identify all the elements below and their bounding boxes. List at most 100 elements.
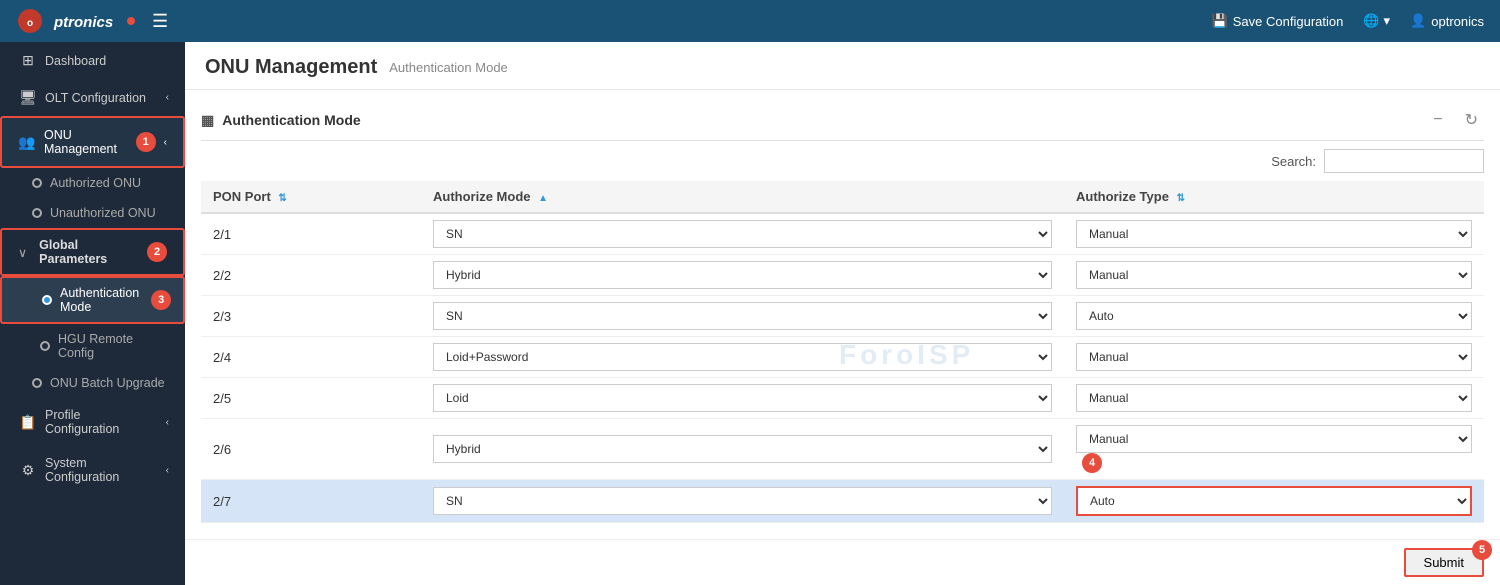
sidebar-item-global-params[interactable]: ∨ Global Parameters 2	[0, 228, 185, 276]
panel-actions: − ↻	[1427, 108, 1484, 132]
auth-type-select-4[interactable]: ManualAuto	[1076, 384, 1472, 412]
auth-mode-select-2[interactable]: SNHybridLoid+PasswordLoidPassword	[433, 302, 1052, 330]
table-row: 2/3SNHybridLoid+PasswordLoidPasswordManu…	[201, 296, 1484, 337]
pon-port-cell-1: 2/2	[201, 255, 421, 296]
auth-mode-sort-icon: ▲	[538, 193, 548, 204]
main-layout: ⊞ Dashboard 🖥 OLT Configuration ‹ 👥 ONU …	[0, 42, 1500, 585]
save-icon: 💾	[1212, 13, 1228, 29]
table-row: 2/8SNHybridLoid+PasswordLoidPasswordManu…	[201, 523, 1484, 530]
pon-port-sort-icon: ⇅	[278, 193, 286, 204]
svg-text:ptronics: ptronics	[53, 14, 113, 31]
svg-text:o: o	[27, 18, 33, 29]
save-config-button[interactable]: 💾 Save Configuration	[1212, 13, 1344, 29]
header-left: o ptronics ☰	[16, 7, 168, 35]
sidebar-item-onu-batch[interactable]: ONU Batch Upgrade	[0, 368, 185, 398]
auth-type-cell-2: ManualAuto	[1064, 296, 1484, 337]
sidebar-label-onu-batch: ONU Batch Upgrade	[50, 376, 165, 390]
logo: o ptronics	[16, 7, 136, 35]
auth-type-select-0[interactable]: ManualAuto	[1076, 220, 1472, 248]
auth-mode-select-6[interactable]: SNHybridLoid+PasswordLoidPassword	[433, 487, 1052, 515]
auth-mode-table: PON Port ⇅ Authorize Mode ▲ Authorize Ty…	[201, 181, 1484, 529]
auth-type-cell-5: ManualAuto4	[1064, 419, 1484, 480]
sidebar-item-authorized-onu[interactable]: Authorized ONU	[0, 168, 185, 198]
auth-type-label: Authorize Type	[1076, 189, 1169, 204]
panel-header: ▦ Authentication Mode − ↻	[201, 100, 1484, 141]
username-label: optronics	[1431, 14, 1484, 29]
table-body: 2/1SNHybridLoid+PasswordLoidPasswordManu…	[201, 213, 1484, 529]
auth-type-select-6[interactable]: ManualAuto	[1076, 486, 1472, 516]
auth-mode-select-0[interactable]: SNHybridLoid+PasswordLoidPassword	[433, 220, 1052, 248]
hgu-circle	[40, 341, 50, 351]
onu-arrow: ‹	[164, 137, 167, 148]
sidebar-item-unauthorized-onu[interactable]: Unauthorized ONU	[0, 198, 185, 228]
row-badge-5: 4	[1082, 453, 1102, 473]
sidebar-label-dashboard: Dashboard	[45, 54, 169, 68]
auth-mode-cell-2: SNHybridLoid+PasswordLoidPassword	[421, 296, 1064, 337]
user-menu[interactable]: 👤 optronics	[1410, 13, 1484, 29]
auth-mode-circle	[42, 295, 52, 305]
footer-bar: Submit 5	[185, 539, 1500, 585]
submit-button[interactable]: Submit 5	[1404, 548, 1484, 577]
auth-type-select-2[interactable]: ManualAuto	[1076, 302, 1472, 330]
sidebar-item-profile-config[interactable]: 📋 Profile Configuration ‹	[0, 398, 185, 446]
hamburger-icon[interactable]: ☰	[152, 11, 168, 32]
onu-batch-circle	[32, 378, 42, 388]
profile-arrow: ‹	[166, 417, 169, 428]
auth-type-cell-7: ManualAuto	[1064, 523, 1484, 530]
olt-arrow: ‹	[166, 92, 169, 103]
table-header-row: PON Port ⇅ Authorize Mode ▲ Authorize Ty…	[201, 181, 1484, 213]
header-right: 💾 Save Configuration 🌐 ▾ 👤 optronics	[1212, 13, 1484, 29]
auth-mode-cell-4: SNHybridLoid+PasswordLoidPassword	[421, 378, 1064, 419]
panel-title-text: Authentication Mode	[222, 112, 360, 128]
auth-type-select-3[interactable]: ManualAuto	[1076, 343, 1472, 371]
pon-port-cell-0: 2/1	[201, 213, 421, 255]
language-selector[interactable]: 🌐 ▾	[1363, 13, 1390, 29]
col-auth-type[interactable]: Authorize Type ⇅	[1064, 181, 1484, 213]
pon-port-cell-6: 2/7	[201, 480, 421, 523]
sidebar-item-onu-mgmt[interactable]: 👥 ONU Management 1 ‹	[0, 116, 185, 168]
col-auth-mode[interactable]: Authorize Mode ▲	[421, 181, 1064, 213]
sidebar-item-olt-config[interactable]: 🖥 OLT Configuration ‹	[0, 79, 185, 116]
page-header: ONU Management Authentication Mode	[185, 42, 1500, 90]
profile-icon: 📋	[19, 414, 37, 431]
sidebar-item-auth-mode[interactable]: Authentication Mode 3	[0, 276, 185, 324]
system-arrow: ‹	[166, 465, 169, 476]
sidebar-label-olt: OLT Configuration	[45, 91, 158, 105]
auth-mode-select-1[interactable]: SNHybridLoid+PasswordLoidPassword	[433, 261, 1052, 289]
content-area: ONU Management Authentication Mode ▦ Aut…	[185, 42, 1500, 585]
auth-mode-select-4[interactable]: SNHybridLoid+PasswordLoidPassword	[433, 384, 1052, 412]
expand-icon: ∨	[18, 245, 27, 260]
col-pon-port[interactable]: PON Port ⇅	[201, 181, 421, 213]
sidebar-item-hgu-remote[interactable]: HGU Remote Config	[0, 324, 185, 368]
search-input[interactable]	[1324, 149, 1484, 173]
auth-mode-cell-1: SNHybridLoid+PasswordLoidPassword	[421, 255, 1064, 296]
refresh-button[interactable]: ↻	[1459, 108, 1484, 132]
auth-type-sort-icon: ⇅	[1177, 193, 1185, 204]
dashboard-icon: ⊞	[19, 52, 37, 69]
auth-type-cell-0: ManualAuto	[1064, 213, 1484, 255]
sidebar-item-dashboard[interactable]: ⊞ Dashboard	[0, 42, 185, 79]
sidebar: ⊞ Dashboard 🖥 OLT Configuration ‹ 👥 ONU …	[0, 42, 185, 585]
auth-mode-cell-7: SNHybridLoid+PasswordLoidPassword	[421, 523, 1064, 530]
table-row: 2/6SNHybridLoid+PasswordLoidPasswordManu…	[201, 419, 1484, 480]
auth-type-cell-6: ManualAuto	[1064, 480, 1484, 523]
search-bar: Search:	[201, 149, 1484, 173]
auth-mode-select-3[interactable]: SNHybridLoid+PasswordLoidPassword	[433, 343, 1052, 371]
auth-type-select-5[interactable]: ManualAuto	[1076, 425, 1472, 453]
table-container: ForoISP PON Port ⇅ Authorize Mode ▲	[201, 181, 1484, 529]
submit-label: Submit	[1424, 555, 1464, 570]
auth-type-select-1[interactable]: ManualAuto	[1076, 261, 1472, 289]
sidebar-label-global-params: Global Parameters	[39, 238, 135, 266]
main-panel: ▦ Authentication Mode − ↻ Search: ForoIS…	[185, 90, 1500, 539]
auth-type-cell-4: ManualAuto	[1064, 378, 1484, 419]
sidebar-item-system-config[interactable]: ⚙ System Configuration ‹	[0, 446, 185, 494]
global-params-badge: 2	[147, 242, 167, 262]
onu-icon: 👥	[18, 134, 36, 151]
auth-mode-select-5[interactable]: SNHybridLoid+PasswordLoidPassword	[433, 435, 1052, 463]
pon-port-cell-4: 2/5	[201, 378, 421, 419]
logo-svg: o ptronics	[16, 7, 136, 35]
table-row: 2/1 SNHybridLoid+PasswordLoidPassword Manu…	[201, 213, 1484, 255]
minimize-button[interactable]: −	[1427, 109, 1448, 131]
save-config-label: Save Configuration	[1233, 14, 1344, 29]
auth-mode-cell-0: SNHybridLoid+PasswordLoidPassword	[421, 213, 1064, 255]
